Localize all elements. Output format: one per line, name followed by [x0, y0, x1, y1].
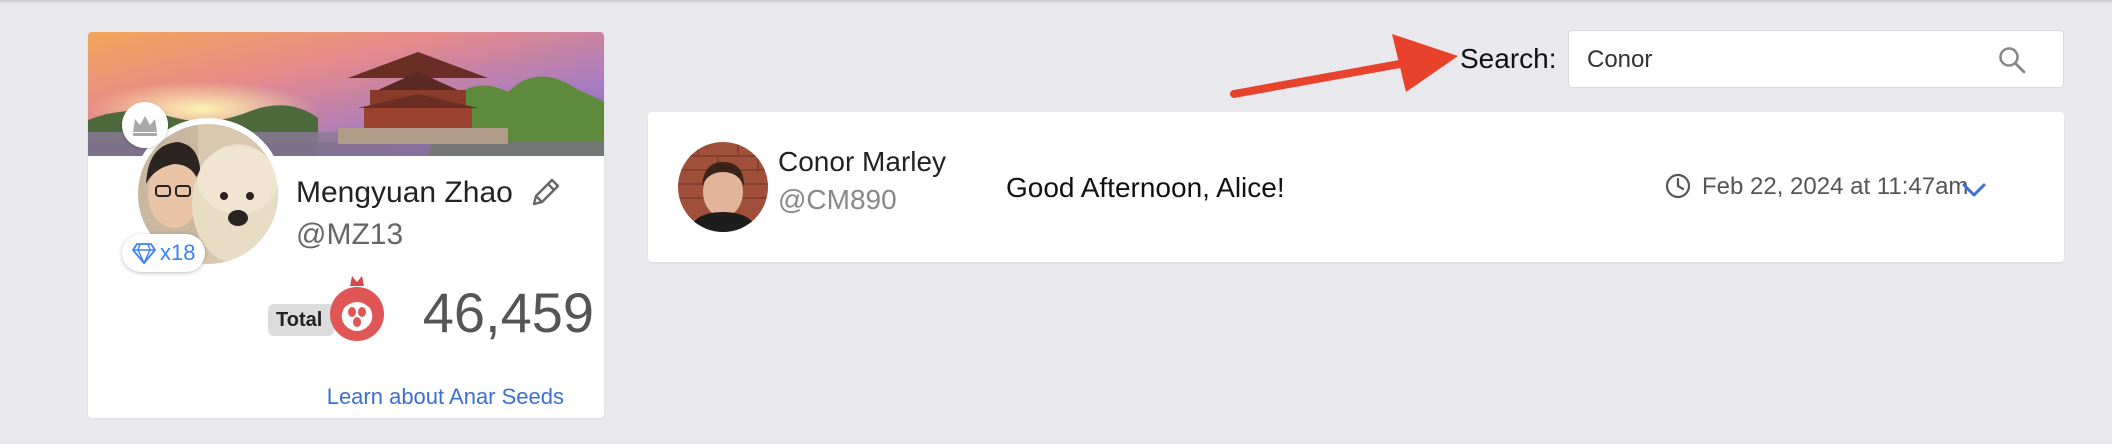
message-timestamp: Feb 22, 2024 at 11:47am	[1702, 173, 1969, 200]
arrow-icon	[1230, 34, 1458, 98]
diamond-icon	[132, 243, 156, 264]
crown-icon	[122, 102, 168, 148]
message-card[interactable]: Conor Marley @CM890 Good Afternoon, Alic…	[648, 112, 2064, 262]
search-box	[1568, 30, 2064, 88]
profile-handle: @MZ13	[296, 218, 404, 251]
search-label: Search:	[1460, 43, 1557, 74]
search-input[interactable]	[1587, 45, 1987, 75]
top-shadow	[0, 0, 2112, 4]
profile-name: Mengyuan Zhao	[296, 176, 513, 209]
sender-name: Conor Marley	[778, 146, 947, 177]
seed-total: 46,459	[422, 281, 594, 344]
sender-handle: @CM890	[778, 184, 897, 215]
learn-about-seeds-link[interactable]: Learn about Anar Seeds	[327, 384, 564, 410]
chevron-down-icon[interactable]	[1958, 174, 1990, 206]
search-icon[interactable]	[1997, 45, 2027, 75]
profile-card: x18 Mengyuan Zhao @MZ13 Total 46,459 Lea…	[88, 32, 604, 418]
clock-icon	[1665, 173, 1691, 199]
pencil-icon[interactable]	[528, 176, 562, 210]
total-label: Total	[268, 304, 335, 336]
pomegranate-icon	[330, 276, 384, 341]
sender-avatar[interactable]	[678, 142, 768, 232]
tier-badge: x18	[122, 234, 206, 272]
tier-count: x18	[160, 240, 196, 265]
message-text: Good Afternoon, Alice!	[1006, 172, 1285, 203]
